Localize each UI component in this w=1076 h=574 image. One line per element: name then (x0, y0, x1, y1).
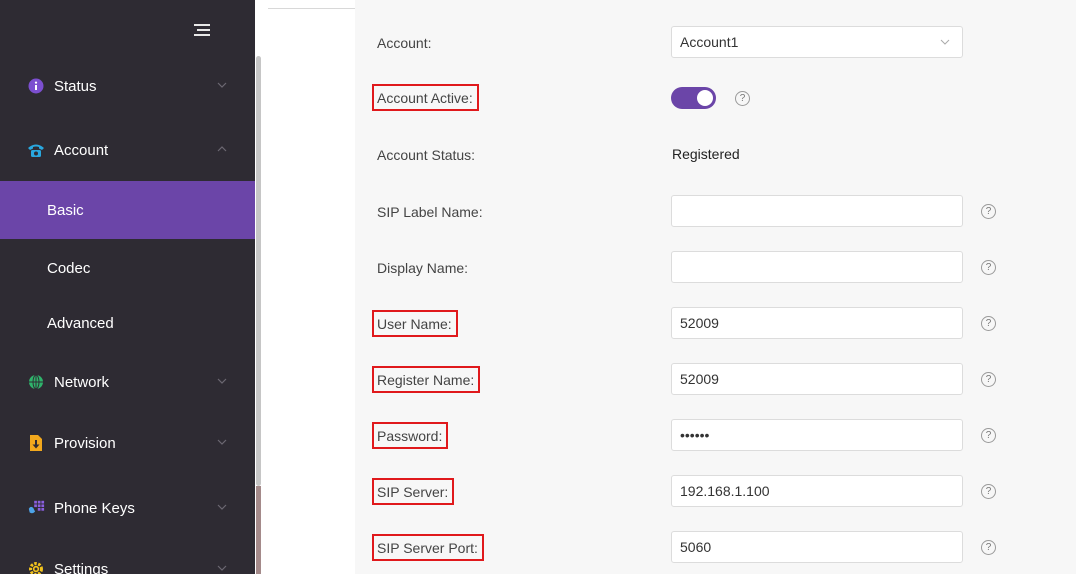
account-select[interactable]: Account1 (671, 26, 963, 58)
sidebar-subitem-label: Advanced (47, 314, 114, 332)
sidebar-subitem-basic[interactable]: Basic (0, 181, 255, 239)
phone-icon (27, 141, 45, 159)
account-basic-form: Account: Account1 Account Active: ? Acco… (355, 0, 1076, 574)
chevron-down-icon (217, 565, 227, 571)
sidebar-item-label: Network (54, 373, 110, 391)
sidebar-item-settings[interactable]: Settings (0, 540, 255, 574)
sip-server-port-input[interactable] (671, 531, 963, 563)
sidebar-item-label: Status (54, 77, 97, 95)
info-icon (27, 77, 45, 95)
download-icon (27, 434, 45, 452)
sidebar-item-provision[interactable]: Provision (0, 414, 255, 472)
password-mask: •••••• (680, 427, 710, 443)
password-input[interactable]: •••••• (671, 419, 963, 451)
chevron-down-icon (217, 378, 227, 384)
help-icon[interactable]: ? (981, 428, 996, 443)
user-name-input[interactable] (671, 307, 963, 339)
sidebar: Status Account Basic Codec Advanced Netw… (0, 0, 255, 574)
sidebar-item-status[interactable]: Status (0, 57, 255, 115)
sidebar-subitem-label: Codec (47, 259, 91, 277)
sidebar-item-network[interactable]: Network (0, 353, 255, 411)
account-label: Account: (377, 35, 432, 51)
sip-server-input[interactable] (671, 475, 963, 507)
register-name-label: Register Name: (372, 366, 481, 393)
globe-icon (27, 373, 45, 391)
sidebar-subitem-codec[interactable]: Codec (0, 239, 255, 297)
sidebar-item-label: Phone Keys (54, 499, 135, 517)
account-status-label: Account Status: (377, 147, 476, 163)
gear-icon (27, 560, 45, 574)
sidebar-subitem-label: Basic (47, 201, 84, 219)
help-icon[interactable]: ? (981, 204, 996, 219)
sidebar-scrollbar-thumb[interactable] (256, 56, 261, 486)
sidebar-item-phone-keys[interactable]: Phone Keys (0, 479, 255, 537)
help-icon[interactable]: ? (735, 91, 750, 106)
divider (268, 8, 355, 9)
sip-server-port-label: SIP Server Port: (372, 534, 484, 561)
toggle-knob (697, 90, 713, 106)
sidebar-header (0, 0, 255, 60)
user-name-label: User Name: (372, 310, 458, 337)
chevron-down-icon (217, 439, 227, 445)
account-active-label: Account Active: (372, 84, 479, 111)
sidebar-item-label: Settings (54, 560, 109, 574)
chevron-up-icon (217, 146, 227, 152)
help-icon[interactable]: ? (981, 484, 996, 499)
sidebar-item-label: Provision (54, 434, 116, 452)
password-label: Password: (372, 422, 449, 449)
sidebar-scrollbar-lower (256, 486, 261, 574)
account-select-value: Account1 (680, 34, 739, 50)
sidebar-item-account[interactable]: Account (0, 121, 255, 179)
account-status-value: Registered (672, 146, 740, 162)
sip-label-name-input[interactable] (671, 195, 963, 227)
sip-label-name-label: SIP Label Name: (377, 204, 483, 220)
chevron-down-icon (217, 504, 227, 510)
help-icon[interactable]: ? (981, 316, 996, 331)
register-name-input[interactable] (671, 363, 963, 395)
display-name-label: Display Name: (377, 260, 469, 276)
menu-collapse-icon[interactable] (194, 24, 210, 38)
help-icon[interactable]: ? (981, 540, 996, 555)
chevron-down-icon (217, 82, 227, 88)
form-row-account: Account: Account1 (355, 12, 1076, 70)
sidebar-item-label: Account (54, 141, 109, 159)
chevron-down-icon (940, 39, 950, 45)
account-active-toggle[interactable] (671, 87, 716, 109)
display-name-input[interactable] (671, 251, 963, 283)
help-icon[interactable]: ? (981, 260, 996, 275)
keypad-icon (27, 499, 45, 517)
help-icon[interactable]: ? (981, 372, 996, 387)
sidebar-subitem-advanced[interactable]: Advanced (0, 294, 255, 352)
sip-server-label: SIP Server: (372, 478, 455, 505)
